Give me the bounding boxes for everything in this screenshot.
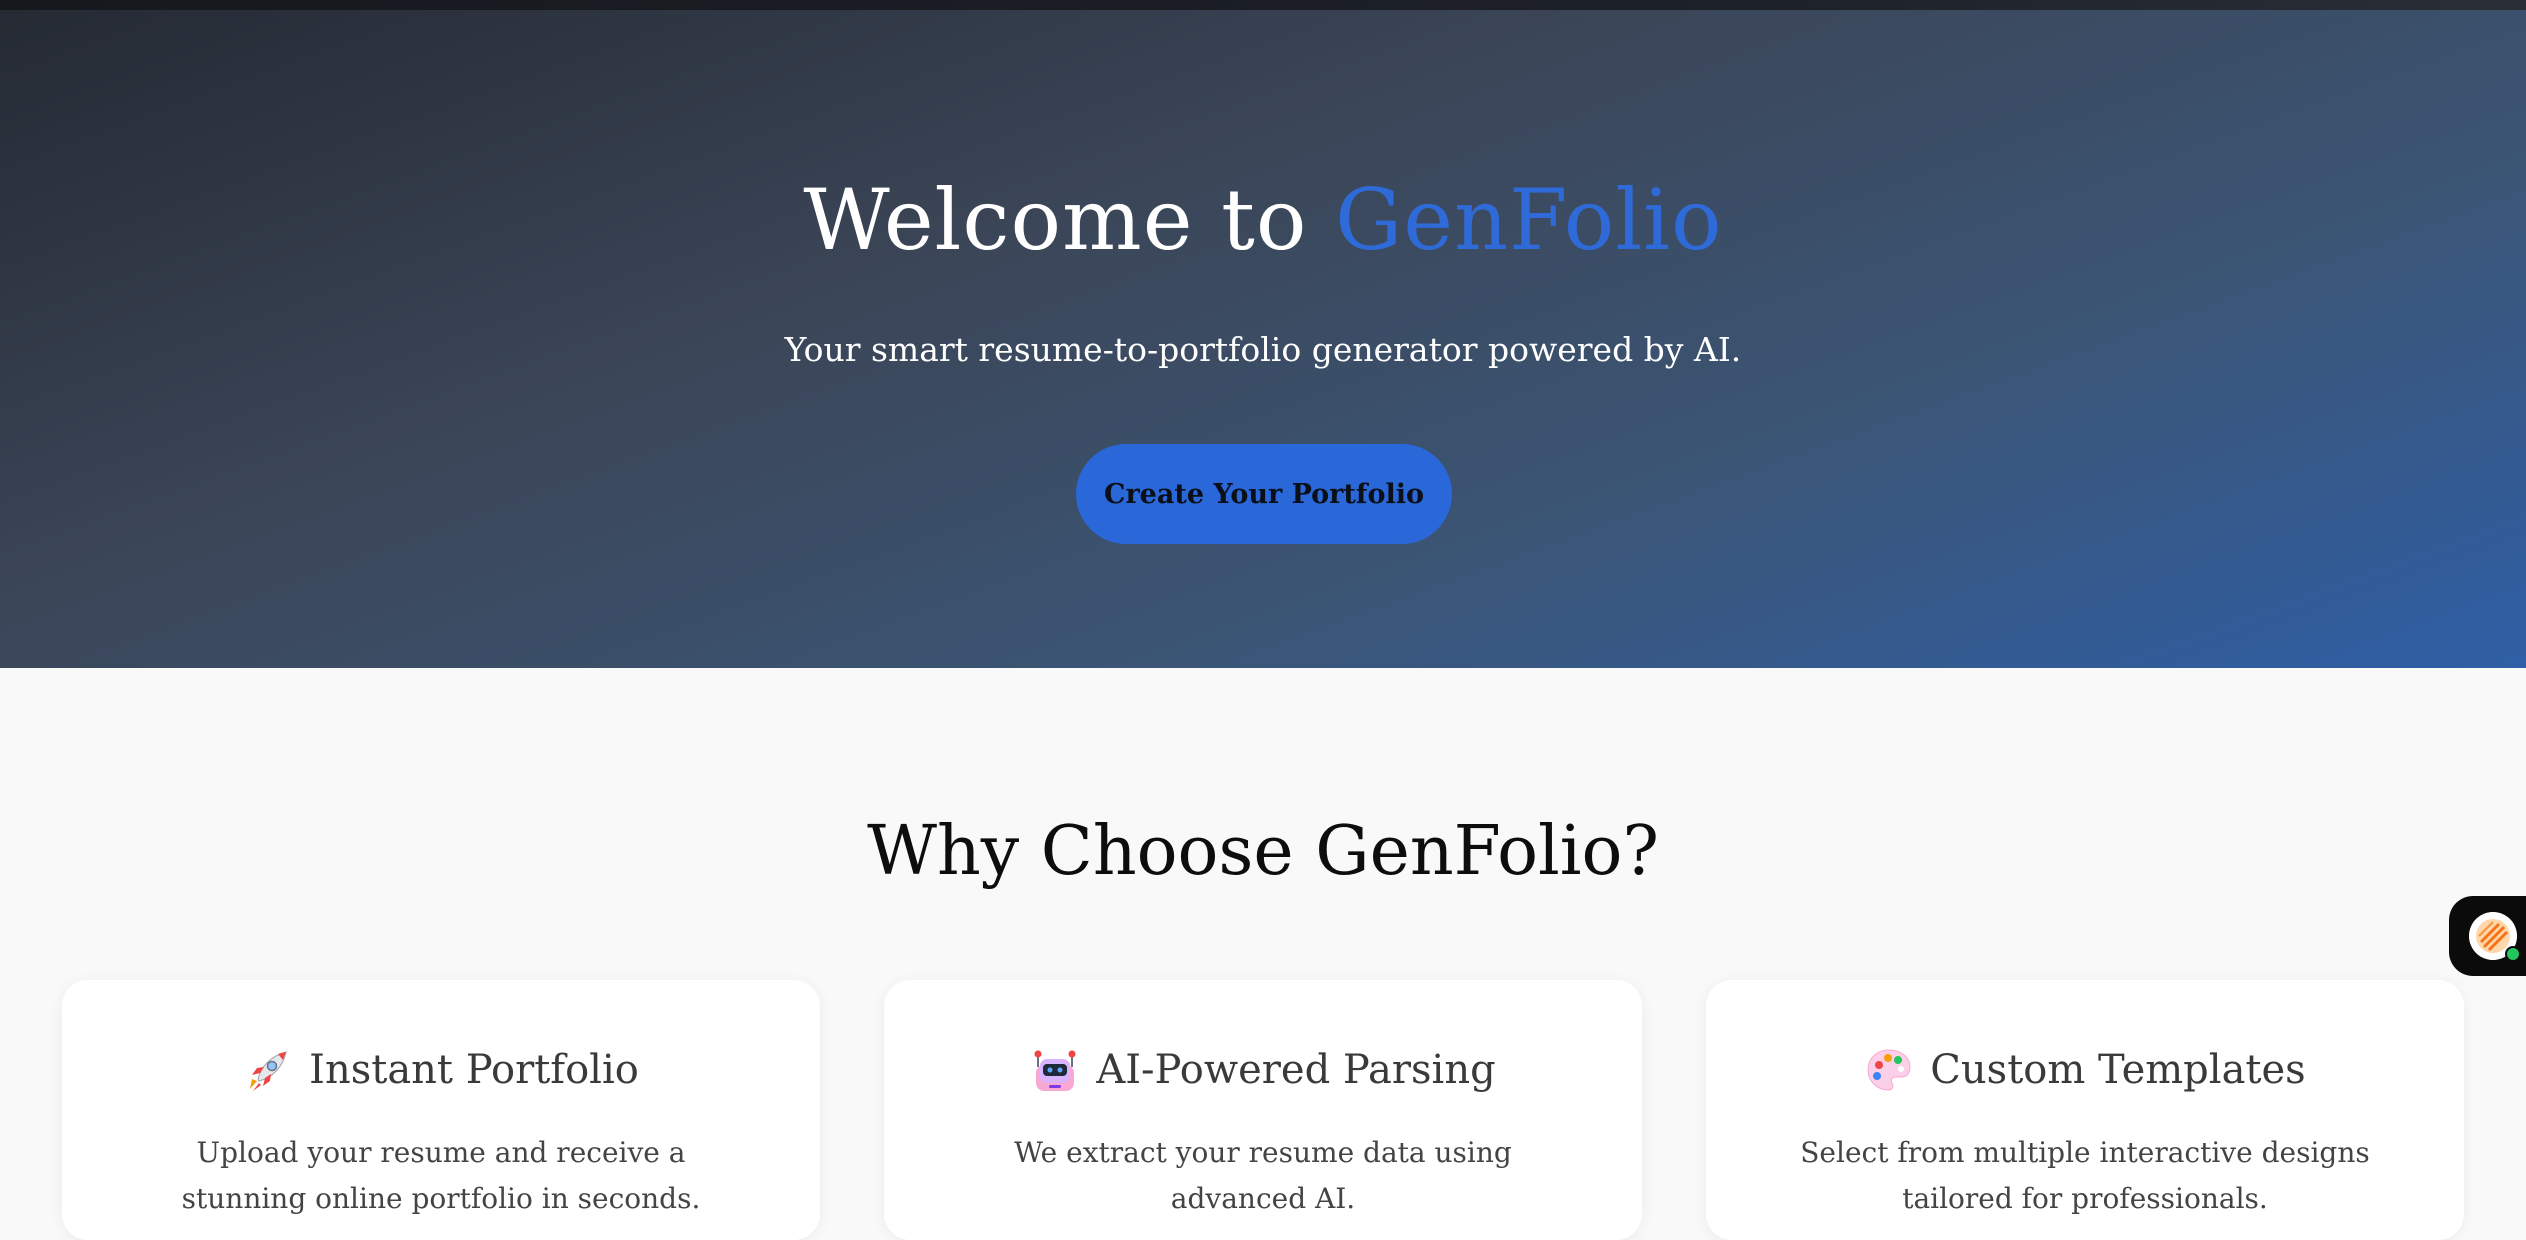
- top-strip: [0, 0, 2526, 10]
- feature-card-description: Select from multiple interactive designs…: [1800, 1136, 2370, 1215]
- robot-icon: [1030, 1045, 1080, 1095]
- feature-card-header: Instant Portfolio: [62, 1044, 820, 1096]
- rocket-icon: [243, 1045, 293, 1095]
- palette-icon: [1864, 1045, 1914, 1095]
- online-status-dot: [2505, 946, 2521, 962]
- hero-title-brand: GenFolio: [1335, 171, 1723, 269]
- feature-card-title: Custom Templates: [1930, 1047, 2306, 1093]
- create-portfolio-button[interactable]: Create Your Portfolio: [1076, 444, 1452, 544]
- chat-widget-button[interactable]: [2449, 896, 2526, 976]
- feature-card-title: AI-Powered Parsing: [1096, 1047, 1496, 1093]
- features-section: Why Choose GenFolio? Instant Portfolio U…: [0, 668, 2526, 1240]
- features-heading: Why Choose GenFolio?: [867, 812, 1659, 891]
- hero-title-prefix: Welcome to: [803, 171, 1336, 269]
- hero-subtitle: Your smart resume-to-portfolio generator…: [784, 330, 1742, 369]
- feature-card-instant-portfolio: Instant Portfolio Upload your resume and…: [62, 980, 820, 1240]
- hero-section: Welcome to GenFolio Your smart resume-to…: [0, 10, 2526, 668]
- feature-card-title: Instant Portfolio: [309, 1047, 639, 1093]
- feature-card-ai-parsing: AI-Powered Parsing We extract your resum…: [884, 980, 1642, 1240]
- feature-card-description: We extract your resume data using advanc…: [1014, 1136, 1512, 1215]
- hero-title: Welcome to GenFolio: [0, 170, 2526, 270]
- feature-card-description: Upload your resume and receive a stunnin…: [181, 1136, 701, 1215]
- feature-card-header: Custom Templates: [1706, 1044, 2464, 1096]
- feature-card-header: AI-Powered Parsing: [884, 1044, 1642, 1096]
- feature-card-custom-templates: Custom Templates Select from multiple in…: [1706, 980, 2464, 1240]
